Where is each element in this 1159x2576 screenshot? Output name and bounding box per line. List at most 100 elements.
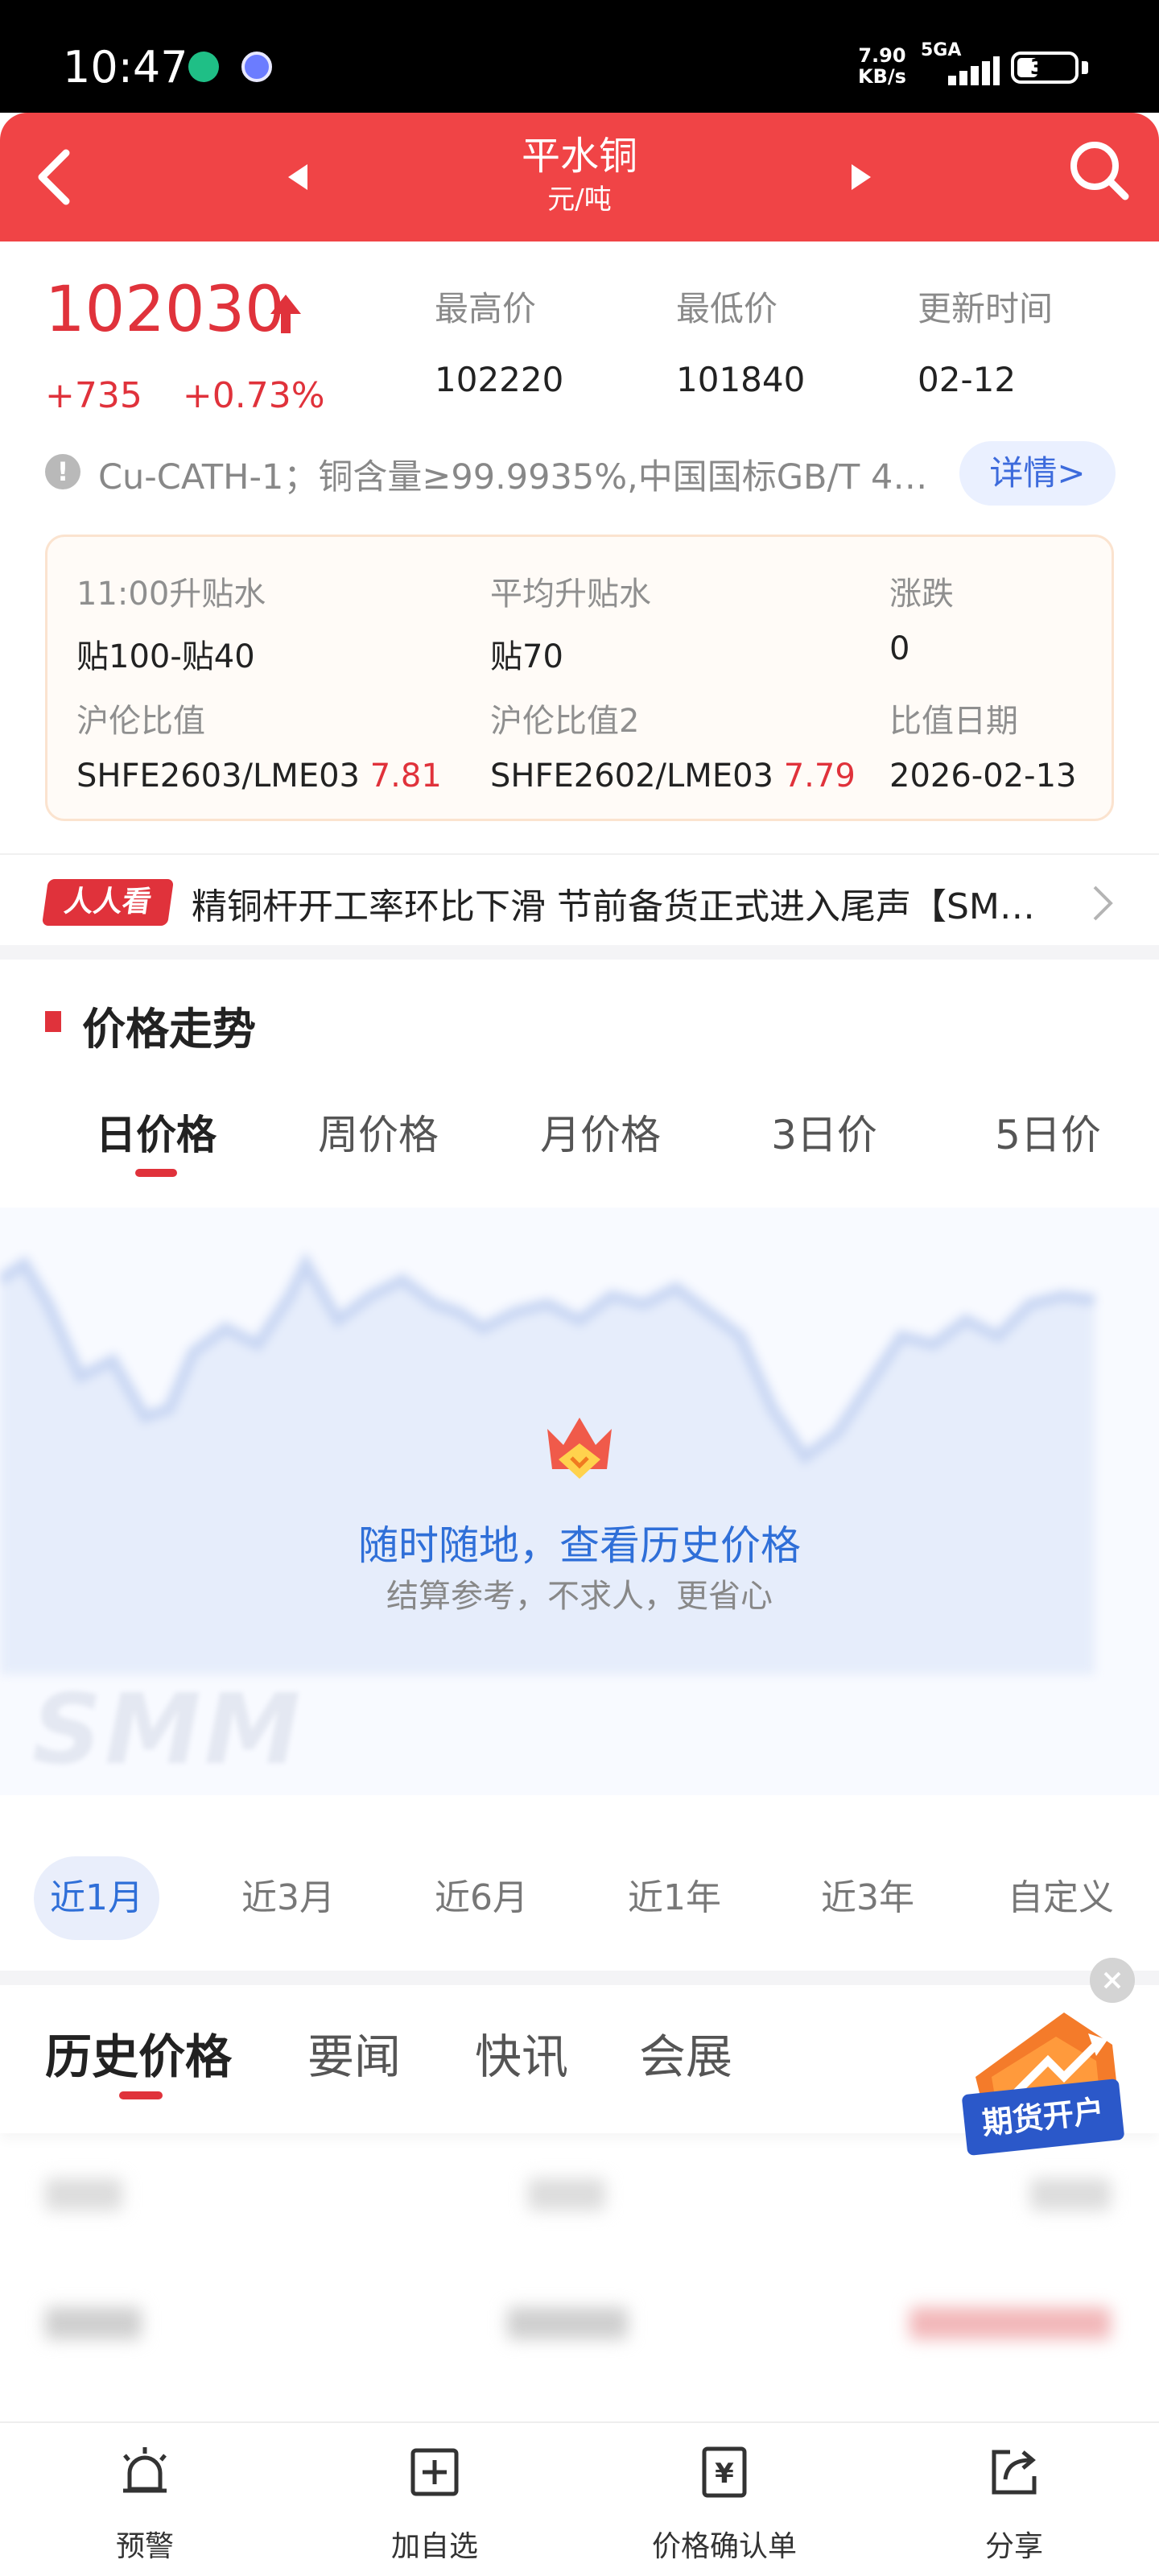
- close-icon[interactable]: [1090, 1958, 1135, 2003]
- tab-weekly-price[interactable]: 周价格: [290, 1103, 467, 1161]
- previous-item-icon[interactable]: [274, 153, 322, 201]
- battery-tip: [1082, 61, 1088, 74]
- ratio1-contract: SHFE2603/LME03: [76, 758, 360, 795]
- tab-monthly-price[interactable]: 月价格: [512, 1103, 689, 1161]
- premium-cell: 11:00升贴水 贴100-贴40: [76, 568, 266, 677]
- range-3-months[interactable]: 近3月: [225, 1856, 351, 1940]
- table-row: [0, 2270, 1159, 2383]
- avg-premium-value: 贴70: [490, 638, 563, 675]
- info-icon: !: [45, 454, 80, 489]
- ratio2-value: 7.79: [783, 758, 856, 795]
- browser-app-icon: [241, 52, 272, 82]
- header: 平水铜 元/吨: [0, 113, 1159, 242]
- ratio-date-value: 2026-02-13: [889, 758, 1077, 795]
- change-percent: +0.73%: [182, 375, 325, 416]
- battery-text: 37: [1029, 56, 1060, 80]
- low-price-value: 101840: [676, 360, 806, 399]
- range-3-years[interactable]: 近3年: [805, 1856, 930, 1940]
- nav-add-watchlist-label: 加自选: [390, 2530, 478, 2563]
- active-tab-underline: [135, 1169, 177, 1177]
- change-label: 涨跌: [889, 576, 954, 613]
- price-unit: 元/吨: [547, 184, 612, 216]
- history-table-blurred: [0, 2141, 1159, 2423]
- premium-value: 贴100-贴40: [76, 638, 255, 675]
- tab-5day-price[interactable]: 5日价: [959, 1103, 1136, 1161]
- title-marker: [45, 1011, 61, 1032]
- price-change: +735 +0.73%: [45, 375, 354, 416]
- nav-price-confirm-label: 价格确认单: [651, 2530, 797, 2563]
- next-item-icon[interactable]: [837, 153, 885, 201]
- share-icon: [992, 2450, 1037, 2495]
- nav-alert[interactable]: 预警: [0, 2423, 290, 2576]
- ratio1-label: 沪伦比值: [76, 703, 205, 740]
- nav-price-confirm[interactable]: ¥ 价格确认单: [580, 2423, 869, 2576]
- network-speed: 7.90 KB/s: [858, 44, 906, 88]
- news-tag: 人人看: [41, 879, 175, 926]
- high-price: 最高价 102220: [435, 282, 563, 399]
- up-arrow-icon: [270, 295, 301, 333]
- update-time: 更新时间 02-12: [918, 282, 1053, 399]
- alarm-icon: [123, 2447, 167, 2493]
- history-promo-subtitle: 结算参考，不求人，更省心: [386, 1578, 773, 1615]
- tab-history-price[interactable]: 历史价格: [45, 2019, 232, 2087]
- current-price: 102030: [45, 274, 285, 346]
- ratio2-value-row: SHFE2602/LME03 7.79: [490, 758, 856, 795]
- news-headline[interactable]: 精铜杆开工率环比下滑 节前备货正式进入尾声【SMM精铜杆周度调研】: [192, 877, 1061, 929]
- news-bar[interactable]: 人人看 精铜杆开工率环比下滑 节前备货正式进入尾声【SMM精铜杆周度调研】: [0, 853, 1159, 945]
- tab-exhibition[interactable]: 会展: [639, 2019, 732, 2087]
- search-icon[interactable]: [1059, 130, 1140, 211]
- avg-premium-cell: 平均升贴水 贴70: [490, 568, 651, 677]
- back-icon[interactable]: [24, 137, 80, 217]
- tab-3day-price[interactable]: 3日价: [736, 1103, 913, 1161]
- low-price-label: 最低价: [676, 289, 778, 328]
- ratio2-cell: 沪伦比值2 SHFE2602/LME03 7.79: [490, 695, 856, 795]
- range-6-months[interactable]: 近6月: [419, 1856, 544, 1940]
- crown-badge-icon: [547, 1418, 612, 1479]
- price-trend-title-text: 价格走势: [82, 1004, 256, 1055]
- ratio1-cell: 沪伦比值 SHFE2603/LME03 7.81: [76, 695, 442, 795]
- range-custom[interactable]: 自定义: [998, 1856, 1124, 1940]
- history-promo-title[interactable]: 随时随地，查看历史价格: [0, 1513, 1159, 1571]
- nav-share[interactable]: 分享: [869, 2423, 1159, 2576]
- ratio1-value: 7.81: [369, 758, 442, 795]
- premium-label: 11:00升贴水: [76, 576, 266, 613]
- nav-alert-label: 预警: [115, 2530, 174, 2563]
- price-confirm-icon: ¥: [702, 2446, 747, 2498]
- ratio2-contract: SHFE2602/LME03: [490, 758, 773, 795]
- tab-daily-price[interactable]: 日价格: [68, 1103, 245, 1161]
- spec-text: Cu-CATH-1；铜含量≥99.9935%,中国国标GB/T 467-2010: [98, 457, 935, 497]
- spread-card: 11:00升贴水 贴100-贴40 平均升贴水 贴70 涨跌 0 沪伦比值 SH…: [45, 535, 1114, 821]
- detail-button[interactable]: 详情>: [959, 441, 1116, 506]
- change-cell: 涨跌 0: [889, 568, 954, 667]
- status-time: 10:47: [63, 42, 188, 93]
- table-row: [0, 2141, 1159, 2254]
- smm-watermark: SMM: [32, 1674, 304, 1786]
- ratio-date-cell: 比值日期 2026-02-13: [889, 695, 1076, 795]
- bottom-nav: 预警 加自选 ¥ 价格确认单 分享: [0, 2421, 1159, 2576]
- price-chart-locked[interactable]: SMM 随时随地，查看历史价格 结算参考，不求人，更省心: [0, 1208, 1159, 1795]
- ratio1-value-row: SHFE2603/LME03 7.81: [76, 758, 442, 795]
- ratio2-label: 沪伦比值2: [490, 703, 640, 740]
- nav-add-watchlist[interactable]: 加自选: [290, 2423, 580, 2576]
- avg-premium-label: 平均升贴水: [490, 576, 651, 613]
- chat-app-icon: [188, 52, 219, 82]
- app-screen: 10:47 7.90 KB/s 5GA 37 平水铜 元/吨 102030 +7…: [0, 0, 1159, 2576]
- tab-news[interactable]: 要闻: [307, 2019, 401, 2087]
- add-watchlist-icon: [410, 2448, 459, 2496]
- high-price-value: 102220: [435, 360, 564, 399]
- update-time-label: 更新时间: [918, 289, 1054, 328]
- update-time-value: 02-12: [918, 360, 1017, 399]
- tab-flash[interactable]: 快讯: [475, 2019, 568, 2087]
- change-amount: +735: [45, 375, 142, 416]
- active-tab-underline: [119, 2091, 163, 2099]
- range-tabs: 近1月 近3月 近6月 近1年 近3年 自定义: [0, 1852, 1159, 1940]
- section-divider: [0, 945, 1159, 960]
- change-value: 0: [889, 630, 910, 667]
- svg-text:¥: ¥: [715, 2458, 734, 2490]
- range-1-month[interactable]: 近1月: [34, 1856, 159, 1940]
- status-bar: 10:47 7.90 KB/s 5GA 37: [0, 0, 1159, 113]
- low-price: 最低价 101840: [676, 282, 805, 399]
- range-1-year[interactable]: 近1年: [612, 1856, 737, 1940]
- spec-row: ! Cu-CATH-1；铜含量≥99.9935%,中国国标GB/T 467-20…: [45, 441, 1116, 506]
- nav-share-label: 分享: [984, 2530, 1043, 2563]
